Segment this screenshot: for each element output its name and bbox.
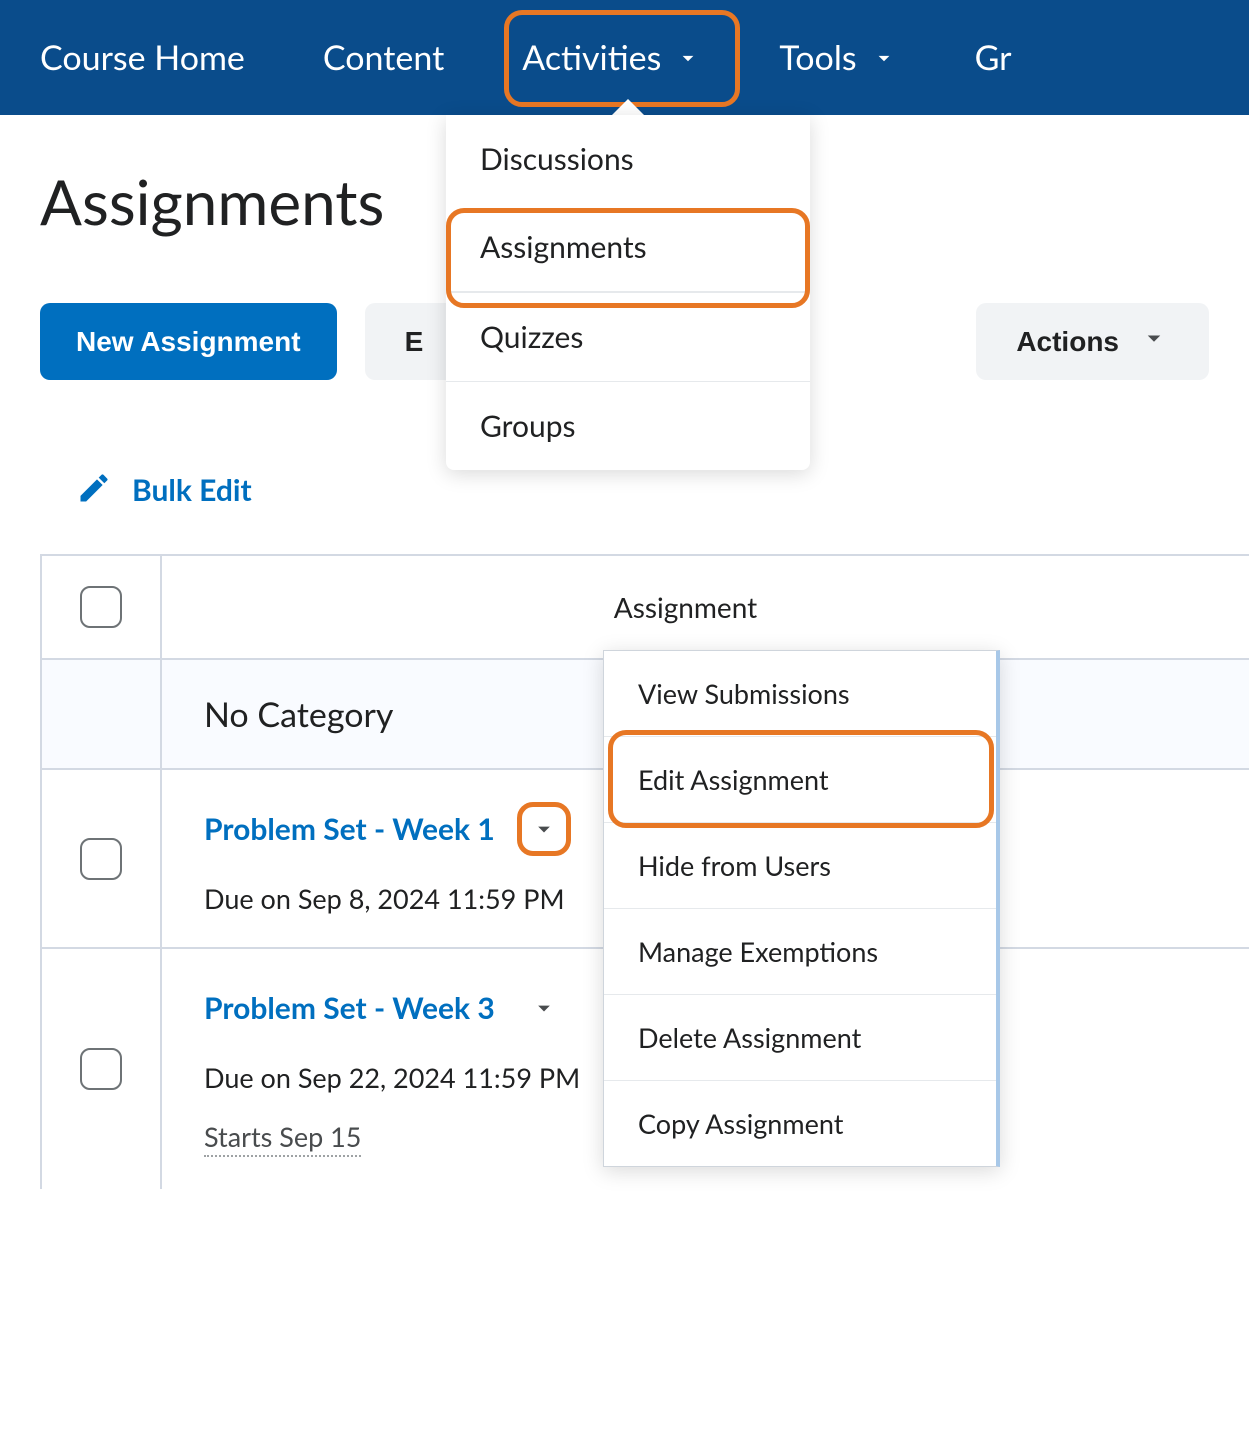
nav-tools-label: Tools: [779, 37, 856, 78]
select-all-cell: [42, 556, 162, 658]
empty-check-cell: [42, 660, 162, 768]
assignment-actions-chevron[interactable]: [517, 981, 571, 1035]
nav-activities-label: Activities: [522, 37, 661, 78]
dropdown-item-quizzes[interactable]: Quizzes: [446, 292, 810, 382]
menu-item-label: Delete Assignment: [638, 1021, 861, 1054]
dropdown-item-label: Discussions: [480, 141, 634, 177]
context-delete-assignment[interactable]: Delete Assignment: [604, 995, 996, 1081]
nav-activities[interactable]: Activities: [522, 37, 701, 78]
assignment-link[interactable]: Problem Set - Week 1: [204, 811, 495, 847]
nav-tools[interactable]: Tools: [779, 37, 896, 78]
nav-grades-label: Gr: [975, 37, 1012, 78]
menu-item-label: Edit Assignment: [638, 763, 829, 796]
chevron-down-icon: [530, 815, 558, 843]
context-hide-from-users[interactable]: Hide from Users: [604, 823, 996, 909]
assignment-start-date: Starts Sep 15: [204, 1120, 361, 1157]
context-view-submissions[interactable]: View Submissions: [604, 651, 996, 737]
edit-icon: [76, 470, 112, 510]
context-edit-assignment[interactable]: Edit Assignment: [604, 737, 996, 823]
row-check-cell: [42, 949, 162, 1189]
menu-item-label: Copy Assignment: [638, 1107, 843, 1140]
assignment-context-menu: View Submissions Edit Assignment Hide fr…: [603, 650, 1000, 1167]
dropdown-item-discussions[interactable]: Discussions: [446, 115, 810, 203]
context-manage-exemptions[interactable]: Manage Exemptions: [604, 909, 996, 995]
context-copy-assignment[interactable]: Copy Assignment: [604, 1081, 996, 1166]
table-header-row: Assignment: [42, 556, 1249, 660]
button-label: New Assignment: [76, 326, 301, 357]
more-actions-button[interactable]: Actions: [976, 303, 1209, 380]
nav-course-home[interactable]: Course Home: [40, 37, 245, 78]
dropdown-item-groups[interactable]: Groups: [446, 382, 810, 470]
button-label: E: [405, 326, 424, 358]
activities-dropdown: Discussions Assignments Quizzes Groups: [446, 115, 810, 470]
nav-content[interactable]: Content: [323, 37, 444, 78]
assignment-title-text: Problem Set - Week 1: [204, 811, 495, 847]
assignment-actions-chevron[interactable]: [517, 802, 571, 856]
chevron-down-icon: [1139, 323, 1169, 360]
nav-grades-partial[interactable]: Gr: [975, 37, 1012, 78]
menu-item-label: Hide from Users: [638, 849, 831, 882]
menu-item-label: View Submissions: [638, 677, 850, 710]
dropdown-item-label: Groups: [480, 408, 576, 444]
nav-content-label: Content: [323, 37, 444, 78]
dropdown-arrow-indicator: [612, 99, 644, 115]
dropdown-item-assignments[interactable]: Assignments: [446, 203, 810, 292]
link-label: Bulk Edit: [132, 472, 252, 508]
new-assignment-button[interactable]: New Assignment: [40, 303, 337, 380]
row-checkbox[interactable]: [80, 1048, 122, 1090]
nav-course-home-label: Course Home: [40, 37, 245, 78]
button-label: Actions: [1016, 326, 1119, 358]
assignment-link[interactable]: Problem Set - Week 3: [204, 990, 495, 1026]
column-header-assignment: Assignment: [162, 590, 1249, 624]
dropdown-item-label: Quizzes: [480, 319, 583, 355]
chevron-down-icon: [871, 45, 897, 71]
chevron-down-icon: [530, 994, 558, 1022]
row-checkbox[interactable]: [80, 838, 122, 880]
assignment-title-text: Problem Set - Week 3: [204, 990, 495, 1026]
dropdown-item-label: Assignments: [480, 229, 647, 265]
category-label: No Category: [162, 694, 393, 735]
chevron-down-icon: [675, 45, 701, 71]
select-all-checkbox[interactable]: [80, 586, 122, 628]
row-check-cell: [42, 770, 162, 947]
top-nav: Course Home Content Activities Tools Gr: [0, 0, 1249, 115]
bulk-edit-link[interactable]: Bulk Edit: [132, 472, 252, 508]
menu-item-label: Manage Exemptions: [638, 935, 878, 968]
